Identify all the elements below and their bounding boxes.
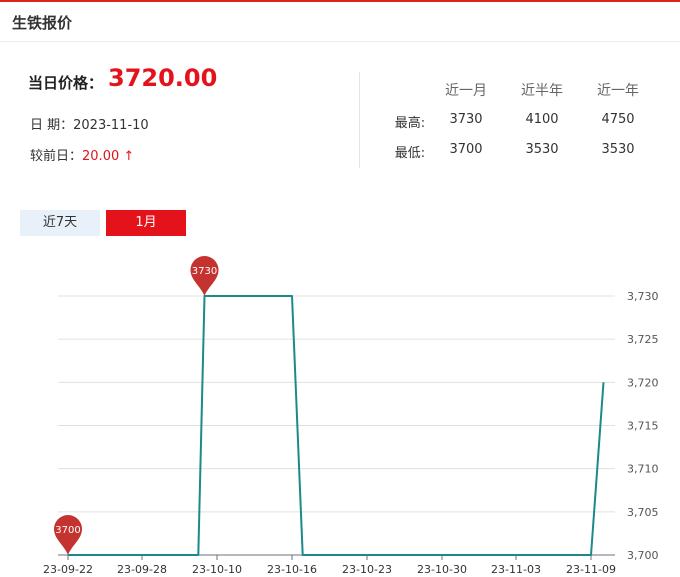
x-tick-label: 23-09-28 bbox=[117, 563, 167, 576]
title-divider bbox=[0, 41, 680, 42]
stats-header-year: 近一年 bbox=[597, 83, 639, 99]
price-value: 3720.00 bbox=[108, 64, 218, 92]
stats-low-year: 3530 bbox=[601, 142, 635, 157]
price-line-chart: 3,700 3,705 3,710 3,715 3,720 3,725 3,730 23-09… bbox=[43, 256, 659, 576]
stats-high-month: 3730 bbox=[449, 112, 483, 127]
x-tick-label: 23-11-09 bbox=[566, 563, 616, 576]
y-tick-label: 3,715 bbox=[627, 420, 659, 433]
tab-1-month[interactable]: 1月 bbox=[106, 210, 186, 236]
y-tick-label: 3,730 bbox=[627, 290, 659, 303]
date-label: 日 期： bbox=[30, 118, 74, 133]
stats-low-month: 3700 bbox=[449, 142, 483, 157]
card-title: 生铁报价 bbox=[12, 14, 73, 32]
stats-divider bbox=[359, 72, 360, 168]
x-tick-label: 23-10-23 bbox=[342, 563, 392, 576]
x-tick-label: 23-10-10 bbox=[192, 563, 242, 576]
stats-header-halfyear: 近半年 bbox=[521, 83, 563, 99]
diff-label: 较前日： bbox=[30, 149, 83, 164]
tab-7-days[interactable]: 近7天 bbox=[20, 210, 100, 236]
y-tick-label: 3,725 bbox=[627, 333, 659, 346]
x-tick-label: 23-09-22 bbox=[43, 563, 93, 576]
x-tick-label: 23-10-16 bbox=[267, 563, 317, 576]
y-tick-label: 3,720 bbox=[627, 376, 659, 389]
price-label: 当日价格： bbox=[28, 74, 104, 92]
date-value: 2023-11-10 bbox=[73, 118, 149, 133]
date-row: 日 期：2023-11-10 bbox=[30, 114, 149, 133]
stats-high-year: 4750 bbox=[601, 112, 635, 127]
stats-header-month: 近一月 bbox=[445, 83, 487, 99]
diff-value: 20.00 ↑ bbox=[82, 149, 135, 164]
y-tick-label: 3,700 bbox=[627, 549, 659, 562]
top-accent-rule bbox=[0, 0, 680, 2]
x-tick-label: 23-10-30 bbox=[417, 563, 467, 576]
marker-label: 3700 bbox=[55, 525, 80, 536]
y-tick-label: 3,705 bbox=[627, 506, 659, 519]
stats-high-halfyear: 4100 bbox=[525, 112, 559, 127]
y-tick-label: 3,710 bbox=[627, 463, 659, 476]
x-tick-label: 23-11-03 bbox=[491, 563, 541, 576]
stats-low-halfyear: 3530 bbox=[525, 142, 559, 157]
marker-label: 3730 bbox=[192, 266, 217, 277]
diff-row: 较前日：20.00 ↑ bbox=[30, 145, 134, 164]
